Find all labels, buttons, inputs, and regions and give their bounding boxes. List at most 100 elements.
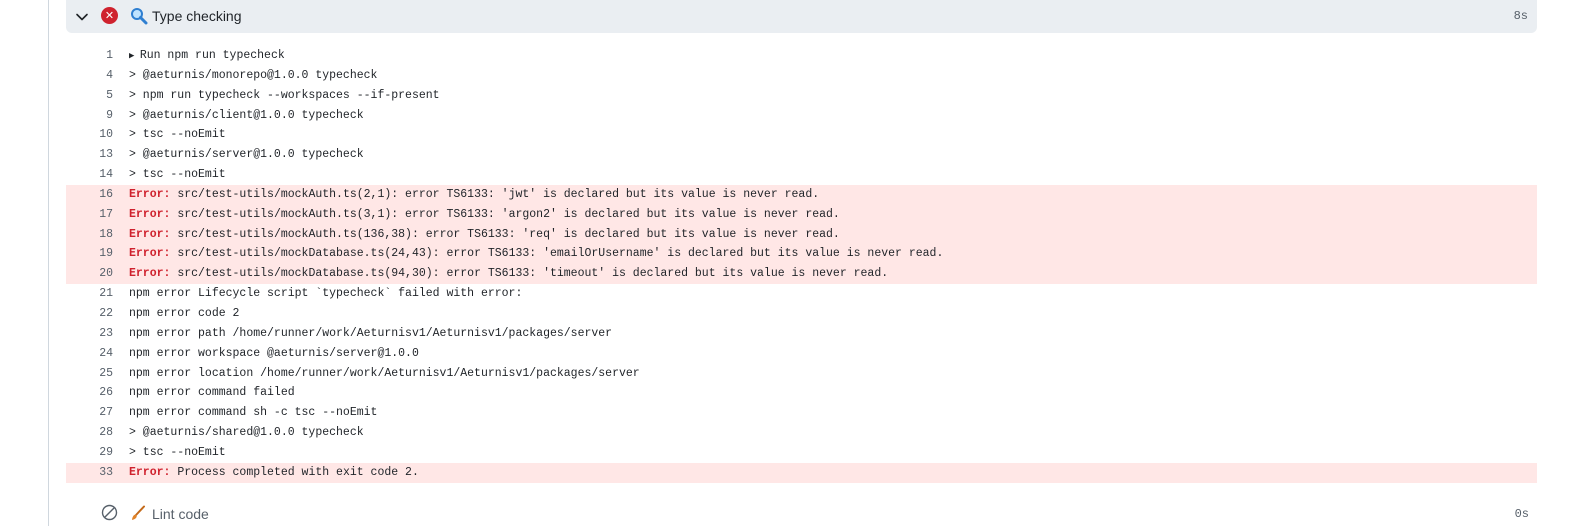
line-content: npm error command sh -c tsc --noEmit [129, 406, 378, 420]
line-text: npm error command sh -c tsc --noEmit [129, 403, 377, 423]
log-line: 24 npm error workspace @aeturnis/server@1… [66, 344, 1537, 364]
line-number[interactable]: 25 [66, 364, 113, 384]
line-number[interactable]: 17 [66, 205, 113, 225]
line-number[interactable]: 18 [66, 225, 113, 245]
line-number[interactable]: 26 [66, 383, 113, 403]
line-number[interactable]: 1 [66, 46, 113, 66]
step-header-type-checking[interactable] [66, 0, 1537, 33]
line-content: Process completed with exit code 2. [170, 465, 419, 479]
line-number[interactable]: 19 [66, 244, 113, 264]
line-number[interactable]: 24 [66, 344, 113, 364]
log-line: 27 npm error command sh -c tsc --noEmit [66, 403, 1537, 423]
line-number[interactable]: 4 [66, 66, 113, 86]
line-content: npm error path /home/runner/work/Aeturni… [129, 326, 613, 340]
line-number[interactable]: 29 [66, 443, 113, 463]
line-content: > @aeturnis/server@1.0.0 typecheck [129, 148, 364, 162]
error-keyword: Error: [129, 247, 171, 261]
log-line: 13 > @aeturnis/server@1.0.0 typecheck [66, 145, 1537, 165]
lint-step-title[interactable]: Lint code [152, 505, 209, 523]
line-content: Run npm run typecheck [139, 49, 285, 62]
line-number[interactable]: 10 [66, 125, 113, 145]
line-content: npm error command failed [129, 386, 295, 400]
error-keyword: Error: [129, 267, 171, 281]
line-number[interactable]: 5 [66, 86, 113, 106]
line-text: npm error Lifecycle script `typecheck` f… [129, 284, 522, 304]
log-line: 1 ▶ Run npm run typecheck [66, 46, 1537, 66]
line-content: src/test-utils/mockAuth.ts(136,38): erro… [170, 227, 840, 241]
line-content: > tsc --noEmit [129, 445, 226, 459]
line-number[interactable]: 27 [66, 403, 113, 423]
line-text: ▶ Run npm run typecheck [129, 46, 285, 67]
error-keyword: Error: [129, 187, 171, 201]
line-number[interactable]: 33 [66, 463, 113, 483]
line-content: > @aeturnis/shared@1.0.0 typecheck [129, 426, 364, 440]
log-line-error: 16 Error: src/test-utils/mockAuth.ts(2,1)… [66, 184, 1537, 205]
log-line: 25 npm error location /home/runner/work/A… [66, 364, 1537, 384]
log-line-error: 20 Error: src/test-utils/mockDatabase.ts(… [66, 264, 1537, 285]
line-text: npm error code 2 [129, 304, 239, 324]
log-line: 9 > @aeturnis/client@1.0.0 typecheck [66, 106, 1537, 126]
line-text: Error: src/test-utils/mockDatabase.ts(24… [129, 244, 943, 264]
line-text: npm error command failed [129, 383, 295, 403]
left-rail-divider [48, 0, 49, 526]
line-content: npm error Lifecycle script `typecheck` f… [129, 287, 523, 301]
line-number[interactable]: 14 [66, 165, 113, 185]
line-text: Error: src/test-utils/mockAuth.ts(3,1): … [129, 205, 840, 225]
x-circle-icon: ✕ [101, 7, 118, 24]
log-line: 5 > npm run typecheck --workspaces --if-p… [66, 86, 1537, 106]
chevron-down-icon[interactable] [75, 10, 89, 24]
expand-triangle-icon[interactable]: ▶ [129, 51, 140, 61]
step-title[interactable]: Type checking [152, 7, 242, 25]
log-line-error: 33 Error: Process completed with exit cod… [66, 462, 1537, 483]
line-text: > npm run typecheck --workspaces --if-pr… [129, 86, 440, 106]
line-text: > @aeturnis/monorepo@1.0.0 typecheck [129, 66, 377, 86]
line-content: > @aeturnis/monorepo@1.0.0 typecheck [129, 68, 378, 82]
skipped-icon [101, 504, 118, 521]
error-keyword: Error: [129, 227, 171, 241]
step-header-lint-code[interactable]: Lint code 0s [66, 502, 1537, 526]
log-line: 29 > tsc --noEmit [66, 443, 1537, 463]
log-line: 10 > tsc --noEmit [66, 125, 1537, 145]
line-number[interactable]: 21 [66, 284, 113, 304]
log-line: 21 npm error Lifecycle script `typecheck`… [66, 284, 1537, 304]
log-line: 26 npm error command failed [66, 383, 1537, 403]
magnifying-glass-icon [131, 8, 148, 25]
line-content: src/test-utils/mockAuth.ts(2,1): error T… [170, 187, 820, 201]
line-content: > npm run typecheck --workspaces --if-pr… [129, 88, 440, 102]
line-number[interactable]: 20 [66, 264, 113, 284]
line-number[interactable]: 16 [66, 185, 113, 205]
line-number[interactable]: 22 [66, 304, 113, 324]
line-number[interactable]: 28 [66, 423, 113, 443]
line-content: > @aeturnis/client@1.0.0 typecheck [129, 108, 364, 122]
line-text: npm error path /home/runner/work/Aeturni… [129, 324, 612, 344]
line-text: Error: Process completed with exit code … [129, 463, 419, 483]
line-text: > tsc --noEmit [129, 443, 226, 463]
line-content: npm error code 2 [129, 306, 240, 320]
line-content: > tsc --noEmit [129, 128, 226, 142]
line-content: src/test-utils/mockDatabase.ts(24,43): e… [170, 247, 944, 261]
line-number[interactable]: 23 [66, 324, 113, 344]
log-line-error: 18 Error: src/test-utils/mockAuth.ts(136,… [66, 224, 1537, 245]
line-text: > tsc --noEmit [129, 165, 226, 185]
line-number[interactable]: 13 [66, 145, 113, 165]
error-keyword: Error: [129, 465, 171, 479]
line-text: > tsc --noEmit [129, 125, 226, 145]
log-line: 4 > @aeturnis/monorepo@1.0.0 typecheck [66, 66, 1537, 86]
line-content: npm error workspace @aeturnis/server@1.0… [129, 346, 419, 360]
log-line: 23 npm error path /home/runner/work/Aetur… [66, 324, 1537, 344]
line-content: src/test-utils/mockDatabase.ts(94,30): e… [170, 267, 889, 281]
line-number[interactable]: 9 [66, 106, 113, 126]
line-text: npm error location /home/runner/work/Aet… [129, 364, 640, 384]
log-line: 14 > tsc --noEmit [66, 165, 1537, 185]
log-line: 28 > @aeturnis/shared@1.0.0 typecheck [66, 423, 1537, 443]
step-duration: 8s [1513, 9, 1528, 23]
line-text: npm error workspace @aeturnis/server@1.0… [129, 344, 419, 364]
log-output: 1 ▶ Run npm run typecheck 4 > @aeturnis/mon… [66, 46, 1537, 483]
log-line-error: 19 Error: src/test-utils/mockDatabase.ts(… [66, 244, 1537, 265]
line-content: > tsc --noEmit [129, 168, 226, 182]
paintbrush-icon [132, 505, 145, 520]
line-content: npm error location /home/runner/work/Aet… [129, 366, 640, 380]
log-line-error: 17 Error: src/test-utils/mockAuth.ts(3,1)… [66, 204, 1537, 225]
line-text: > @aeturnis/shared@1.0.0 typecheck [129, 423, 364, 443]
log-line: 22 npm error code 2 [66, 304, 1537, 324]
